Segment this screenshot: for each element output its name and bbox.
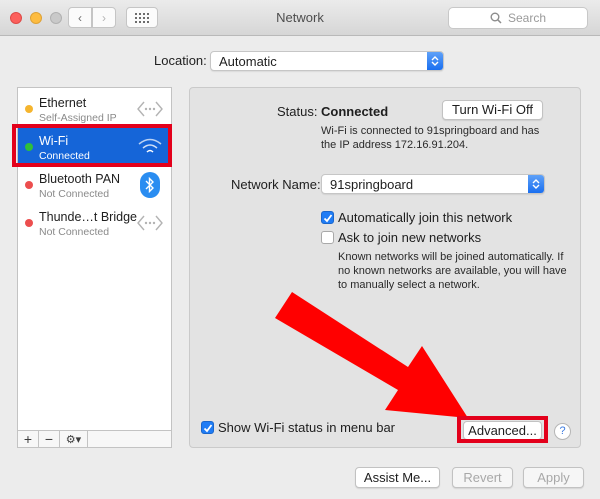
title-bar: ‹ › Network Search xyxy=(0,0,600,36)
status-value: Connected xyxy=(321,104,389,119)
ask-join-checkbox[interactable] xyxy=(321,231,334,244)
checkmark-icon xyxy=(203,423,212,432)
popup-stepper-icon xyxy=(528,175,544,193)
service-status: Self-Assigned IP xyxy=(39,112,117,124)
ask-join-description-line2: no known networks are available, you wil… xyxy=(338,265,567,277)
show-wifi-status-checkbox[interactable] xyxy=(201,421,214,434)
show-wifi-status-label[interactable]: Show Wi-Fi status in menu bar xyxy=(218,420,395,435)
service-status: Not Connected xyxy=(39,188,110,200)
search-placeholder: Search xyxy=(507,11,547,25)
service-name: Thunde…t Bridge xyxy=(39,210,137,224)
annotation-arrow-icon xyxy=(275,292,468,418)
revert-button[interactable]: Revert xyxy=(452,467,513,488)
search-field[interactable]: Search xyxy=(448,7,588,29)
assist-me-button[interactable]: Assist Me... xyxy=(355,467,440,488)
service-name: Ethernet xyxy=(39,96,87,110)
status-dot-icon xyxy=(25,181,33,189)
location-label: Location: xyxy=(154,53,207,68)
bluetooth-icon xyxy=(137,172,163,198)
status-description-line1: Wi-Fi is connected to 91springboard and … xyxy=(321,125,540,137)
ask-join-label[interactable]: Ask to join new networks xyxy=(338,230,481,245)
search-icon xyxy=(490,12,502,24)
location-value: Automatic xyxy=(219,54,277,69)
network-name-value: 91springboard xyxy=(330,177,414,192)
turn-wifi-off-button[interactable]: Turn Wi-Fi Off xyxy=(442,100,543,120)
checkmark-icon xyxy=(323,213,332,222)
ask-join-description-line1: Known networks will be joined automatica… xyxy=(338,251,564,263)
status-dot-icon xyxy=(25,219,33,227)
wifi-highlight-box xyxy=(12,124,172,167)
help-button[interactable]: ? xyxy=(554,423,571,440)
service-name: Bluetooth PAN xyxy=(39,172,121,186)
service-item-bluetooth-pan[interactable]: Bluetooth PAN Not Connected xyxy=(18,166,171,204)
status-description-line2: the IP address 172.16.91.204. xyxy=(321,139,469,151)
ethernet-arrows-icon xyxy=(137,96,163,122)
status-dot-icon xyxy=(25,105,33,113)
apply-button[interactable]: Apply xyxy=(523,467,584,488)
network-name-popup[interactable]: 91springboard xyxy=(321,174,545,194)
service-item-thunderbolt-bridge[interactable]: Thunde…t Bridge Not Connected xyxy=(18,204,171,242)
status-label: Status: xyxy=(277,104,318,119)
remove-service-button[interactable]: − xyxy=(39,431,60,447)
service-status: Not Connected xyxy=(39,226,110,238)
service-item-ethernet[interactable]: Ethernet Self-Assigned IP xyxy=(18,90,171,128)
auto-join-checkbox[interactable] xyxy=(321,211,334,224)
auto-join-label[interactable]: Automatically join this network xyxy=(338,210,512,225)
add-service-button[interactable]: + xyxy=(18,431,39,447)
service-list-toolbar: + − ⚙▾ xyxy=(17,430,172,448)
service-action-button[interactable]: ⚙▾ xyxy=(60,431,88,447)
popup-stepper-icon xyxy=(427,52,443,70)
location-popup[interactable]: Automatic xyxy=(210,51,444,71)
ethernet-arrows-icon xyxy=(137,210,163,236)
network-name-label: Network Name: xyxy=(231,177,321,192)
advanced-highlight-box xyxy=(457,416,548,443)
